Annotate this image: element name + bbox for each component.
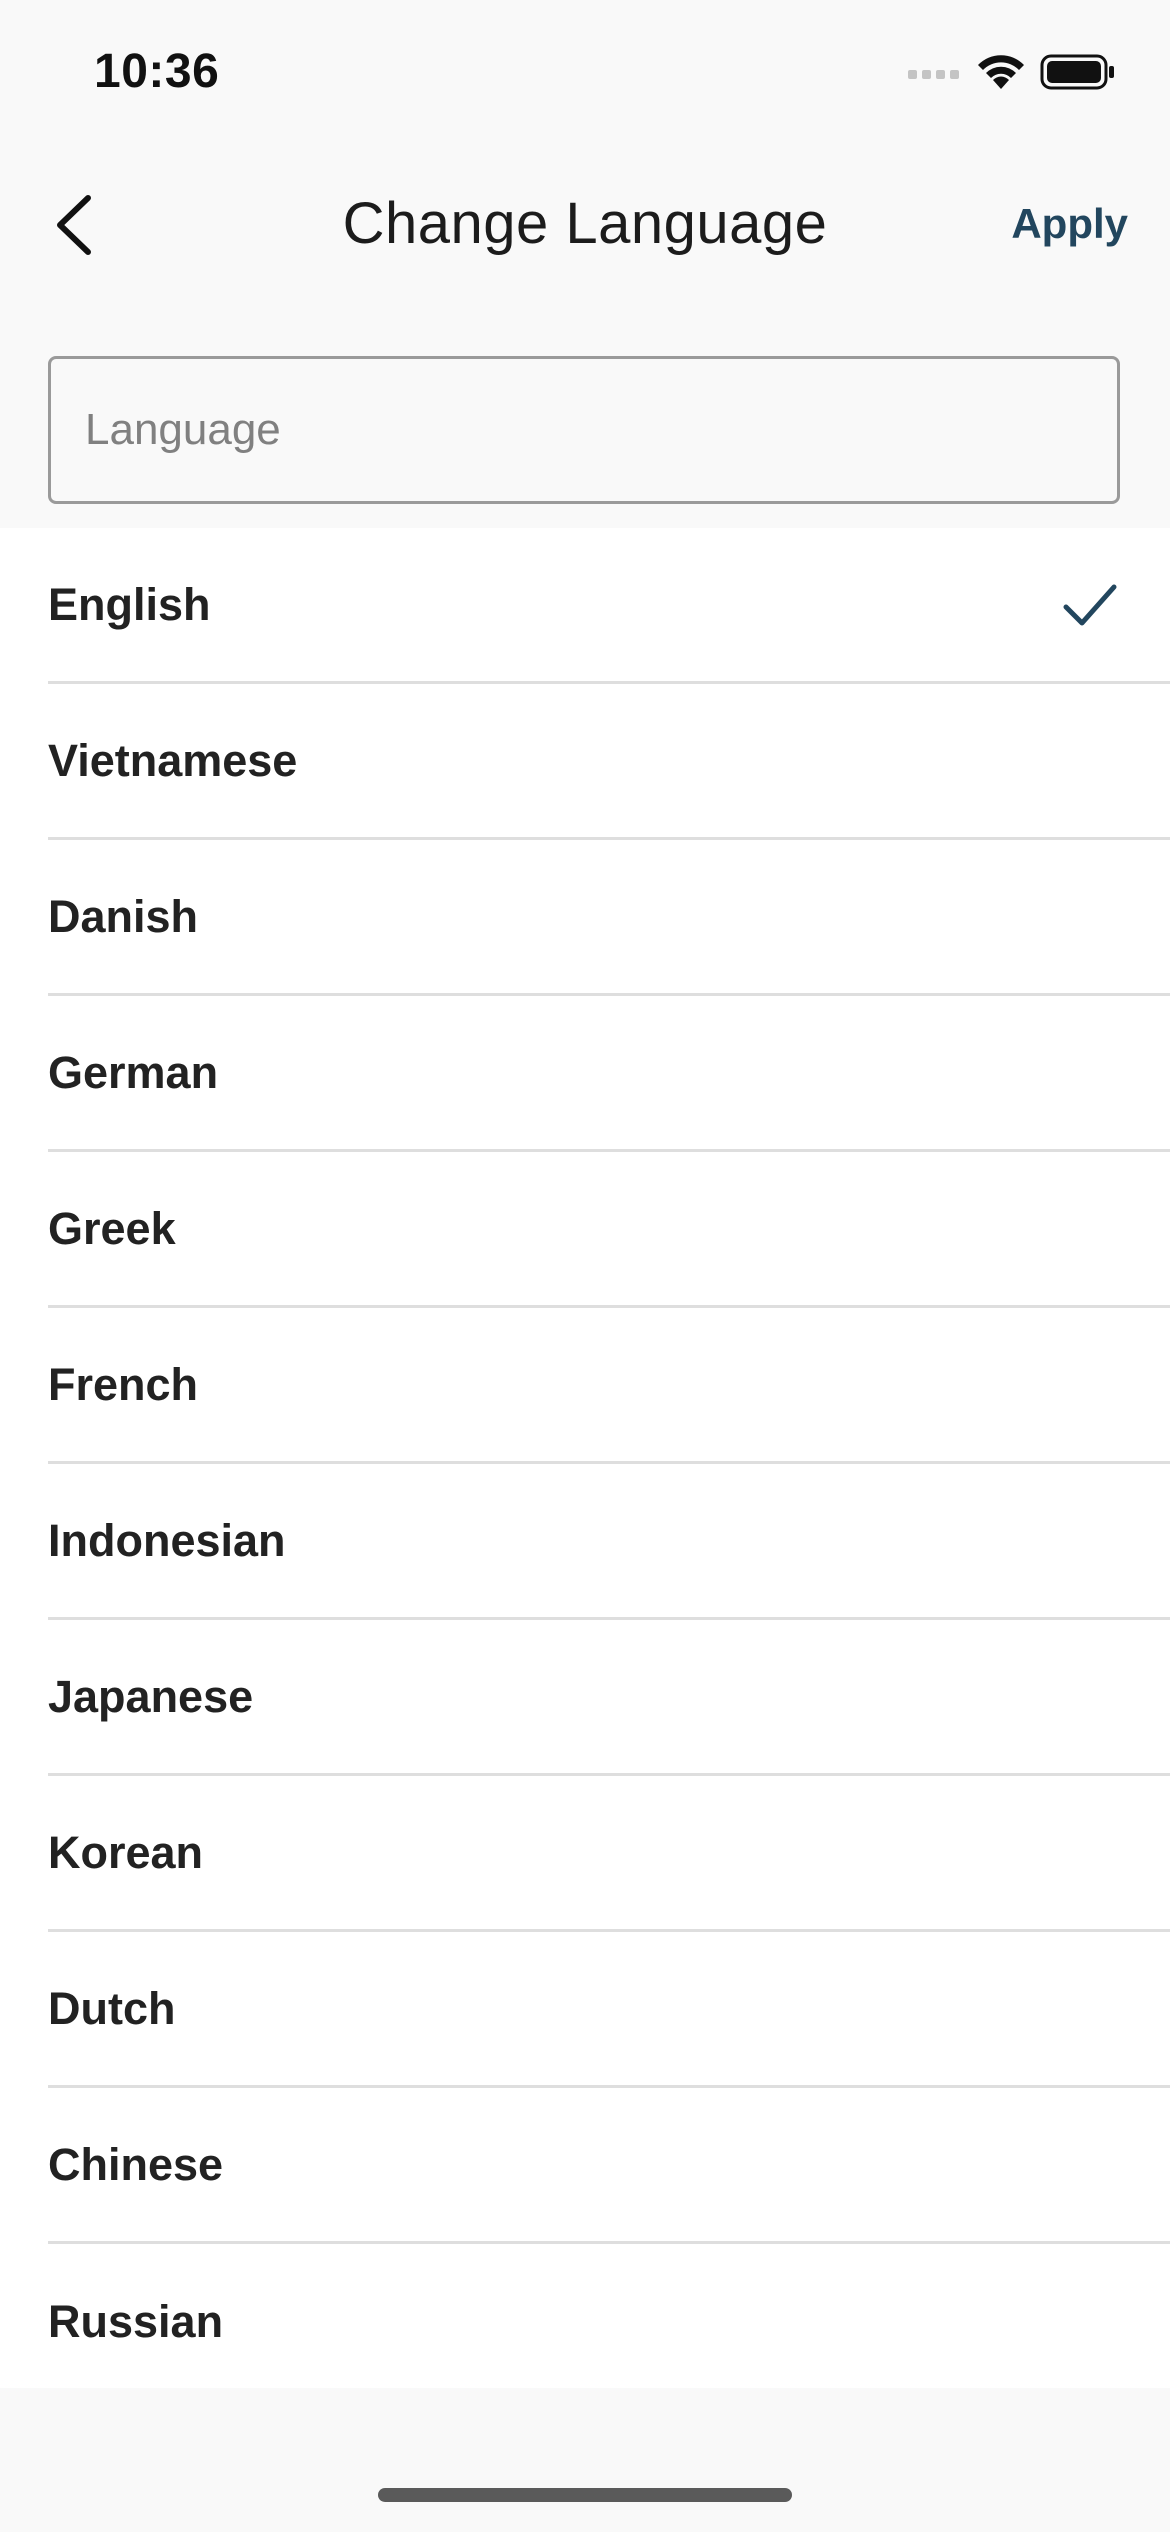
language-item-german[interactable]: German <box>48 996 1170 1152</box>
language-item-russian[interactable]: Russian <box>48 2244 1170 2400</box>
language-label: Russian <box>48 2296 224 2347</box>
apply-button[interactable]: Apply <box>1011 200 1128 248</box>
language-label: German <box>48 1046 219 1098</box>
wifi-icon <box>978 55 1024 89</box>
language-label: Korean <box>48 1826 204 1878</box>
search-field[interactable] <box>48 356 1120 504</box>
battery-icon <box>1040 54 1114 90</box>
checkmark-icon <box>1063 584 1117 625</box>
language-item-korean[interactable]: Korean <box>48 1776 1170 1932</box>
language-item-greek[interactable]: Greek <box>48 1152 1170 1308</box>
language-search-input[interactable] <box>51 359 1117 501</box>
language-item-japanese[interactable]: Japanese <box>48 1620 1170 1776</box>
nav-bar: Change Language Apply <box>0 160 1170 290</box>
language-label: Japanese <box>48 1670 254 1722</box>
language-label: Greek <box>48 1202 176 1254</box>
language-item-vietnamese[interactable]: Vietnamese <box>48 684 1170 840</box>
status-bar: 10:36 <box>0 0 1170 140</box>
home-indicator[interactable] <box>378 2488 792 2502</box>
language-label: Indonesian <box>48 1514 286 1566</box>
language-label: English <box>48 578 211 630</box>
cellular-signal-icon <box>908 70 959 79</box>
language-label: Dutch <box>48 1982 176 2034</box>
language-item-dutch[interactable]: Dutch <box>48 1932 1170 2088</box>
language-label: Vietnamese <box>48 734 298 786</box>
status-icons <box>908 52 1116 92</box>
language-item-chinese[interactable]: Chinese <box>48 2088 1170 2244</box>
language-label: Danish <box>48 890 199 942</box>
page-title: Change Language <box>342 191 828 256</box>
status-time: 10:36 <box>94 45 220 98</box>
language-item-indonesian[interactable]: Indonesian <box>48 1464 1170 1620</box>
language-item-english[interactable]: English <box>48 528 1170 684</box>
language-label: Chinese <box>48 2138 224 2190</box>
language-list: English Vietnamese Danish German Greek F… <box>0 528 1170 2388</box>
language-label: French <box>48 1358 199 1410</box>
language-item-danish[interactable]: Danish <box>48 840 1170 996</box>
language-item-french[interactable]: French <box>48 1308 1170 1464</box>
